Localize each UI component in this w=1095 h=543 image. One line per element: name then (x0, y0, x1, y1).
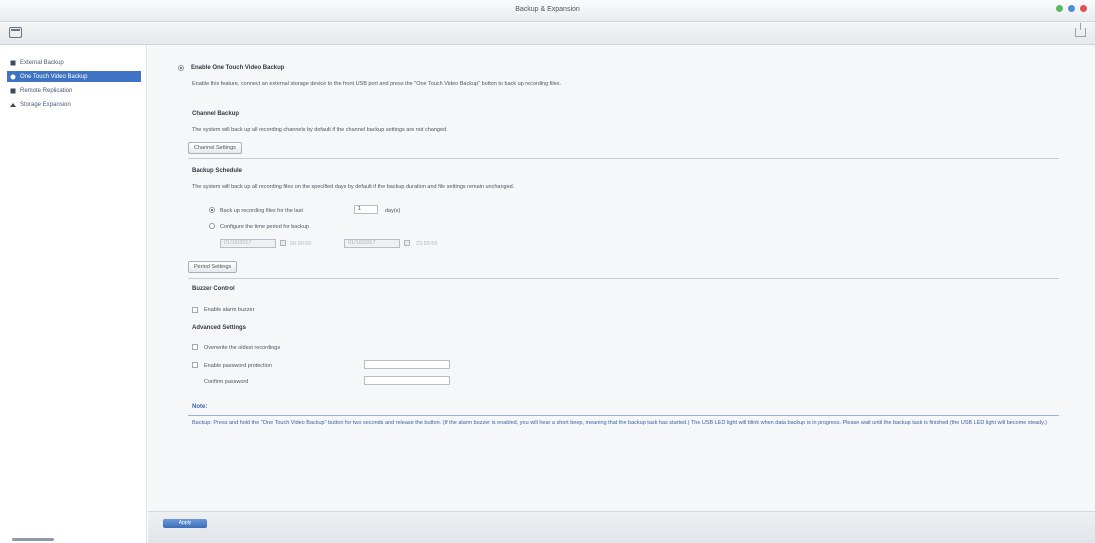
storage-expansion-icon (10, 102, 16, 107)
enable-alarm-buzzer-label: Enable alarm buzzer (204, 307, 255, 313)
calendar-icon[interactable] (280, 240, 286, 246)
backup-last-days-label: Back up recording files for the last (220, 208, 303, 214)
period-settings-button[interactable]: Period Settings (188, 261, 238, 273)
start-time-label: 00:00:00 (290, 241, 312, 247)
sidebar-item-one-touch-video-backup[interactable]: One Touch Video Backup (7, 71, 141, 82)
channel-backup-heading: Channel Backup (192, 111, 240, 117)
password-protection-checkbox[interactable] (192, 362, 198, 368)
days-input[interactable]: 1 (354, 205, 378, 214)
sidebar-item-storage-expansion[interactable]: Storage Expansion (7, 99, 141, 110)
note-divider (188, 415, 1059, 416)
overwrite-oldest-checkbox[interactable] (192, 344, 198, 350)
minimize-button[interactable] (1056, 5, 1063, 12)
maximize-button[interactable] (1068, 5, 1075, 12)
sidebar-item-label: External Backup (20, 59, 64, 66)
external-backup-icon (10, 60, 16, 65)
sidebar-item-label: One Touch Video Backup (20, 73, 88, 80)
enable-description: Enable this feature, connect an external… (192, 81, 562, 87)
confirm-password-input[interactable] (364, 376, 450, 385)
enable-one-touch-radio[interactable] (178, 65, 184, 71)
channel-backup-description: The system will back up all recording ch… (192, 127, 448, 133)
calendar-icon[interactable] (404, 240, 410, 246)
sidebar: External Backup One Touch Video Backup R… (0, 45, 147, 543)
backup-schedule-heading: Backup Schedule (192, 168, 243, 174)
export-icon[interactable] (1075, 23, 1086, 37)
end-time-label: 23:59:59 (416, 241, 438, 247)
enable-one-touch-label: Enable One Touch Video Backup (191, 65, 285, 71)
buzzer-control-heading: Buzzer Control (192, 286, 235, 292)
note-text: Backup: Press and hold the "One Touch Vi… (192, 420, 1047, 426)
days-unit-label: day(s) (385, 208, 401, 214)
sidebar-item-external-backup[interactable]: External Backup (7, 57, 141, 68)
one-touch-backup-icon (10, 74, 16, 79)
overwrite-oldest-label: Overwrite the oldest recordings (204, 345, 281, 351)
sidebar-item-remote-replication[interactable]: Remote Replication (7, 85, 141, 96)
scroll-indicator (12, 538, 54, 541)
note-title: Note: (192, 404, 208, 410)
sidebar-item-label: Storage Expansion (20, 101, 71, 108)
remote-replication-icon (10, 88, 16, 93)
configure-period-radio[interactable] (209, 223, 215, 229)
backup-schedule-description: The system will back up all recording fi… (192, 184, 515, 190)
advanced-settings-heading: Advanced Settings (192, 325, 247, 331)
main-panel: Enable One Touch Video Backup Enable thi… (148, 45, 1095, 511)
section-divider (188, 158, 1059, 159)
channel-settings-button[interactable]: Channel Settings (188, 142, 242, 154)
sidebar-footer (0, 511, 147, 543)
window-controls (1056, 5, 1087, 12)
toolbar (0, 22, 1095, 45)
password-protection-label: Enable password protection (204, 363, 272, 369)
password-input[interactable] (364, 360, 450, 369)
confirm-password-label: Confirm password (204, 379, 249, 385)
window-title: Backup & Expansion (515, 6, 580, 13)
backup-last-days-radio[interactable] (209, 207, 215, 213)
sidebar-item-label: Remote Replication (20, 87, 73, 94)
apply-button[interactable]: Apply (163, 519, 207, 528)
title-bar: Backup & Expansion (0, 0, 1095, 22)
start-date-input[interactable]: 01/16/2017 (220, 239, 276, 248)
end-date-input[interactable]: 01/16/2017 (344, 239, 400, 248)
configure-period-label: Configure the time period for backup (220, 224, 309, 230)
close-button[interactable] (1080, 5, 1087, 12)
menu-toggle-icon[interactable] (9, 27, 22, 38)
enable-alarm-buzzer-checkbox[interactable] (192, 307, 198, 313)
footer-bar: Apply (148, 511, 1095, 543)
section-divider (188, 278, 1059, 279)
